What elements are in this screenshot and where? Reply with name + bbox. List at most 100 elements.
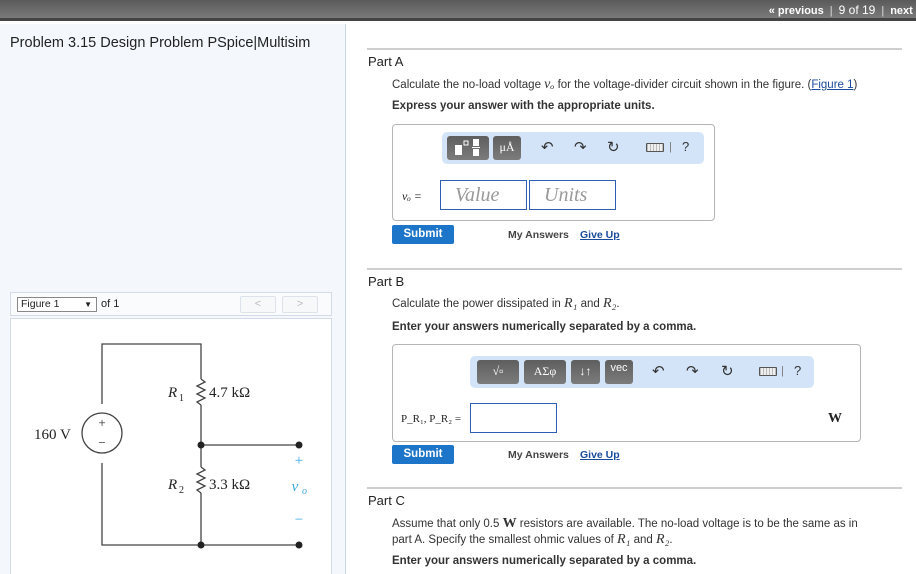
part-divider xyxy=(367,487,902,489)
part-a-title: Part A xyxy=(368,54,404,69)
nav-separator: | xyxy=(881,5,885,17)
toolbar-separator: | xyxy=(669,141,672,153)
help-icon[interactable]: ? xyxy=(794,363,801,378)
wire xyxy=(200,493,299,546)
greek-symbols-button[interactable]: ΑΣφ xyxy=(524,360,566,384)
question-text: part A. Specify the smallest ohmic value… xyxy=(392,534,617,546)
part-a-submit-button[interactable]: Submit xyxy=(392,225,454,244)
resistor-r1 xyxy=(195,378,207,406)
node xyxy=(197,441,205,449)
left-panel: Problem 3.15 Design Problem PSpice|Multi… xyxy=(0,24,346,574)
source-minus-sign: − xyxy=(98,435,105,450)
value-input[interactable]: Value xyxy=(440,180,527,210)
keyboard-icon[interactable] xyxy=(759,367,777,376)
figure-image: + − 160 V R 1 4.7 kΩ R 2 3.3 kΩ + v o − xyxy=(10,318,332,574)
part-a-give-up-link[interactable]: Give Up xyxy=(580,229,620,241)
figure-select[interactable]: Figure 1 ▼ xyxy=(17,297,97,312)
figure-toolbar: Figure 1 ▼ of 1 < > xyxy=(10,292,332,316)
units-button[interactable]: μÅ xyxy=(493,136,521,160)
math-unit: W xyxy=(502,516,517,531)
nav-separator: | xyxy=(829,5,833,17)
dropdown-arrow-icon: ▼ xyxy=(84,300,92,309)
part-b-give-up-link[interactable]: Give Up xyxy=(580,449,620,461)
undo-icon[interactable]: ↶ xyxy=(541,140,554,156)
redo-icon[interactable]: ↷ xyxy=(686,364,699,380)
question-text: Calculate the power dissipated in xyxy=(392,298,564,310)
math-toolbar: μÅ ↶ ↷ ↻ | ? xyxy=(442,132,704,164)
power-answer-input[interactable] xyxy=(470,403,557,433)
part-divider xyxy=(367,268,902,270)
r1-name: R xyxy=(167,385,177,401)
source-plus-sign: + xyxy=(98,415,105,430)
part-a-instruction: Express your answer with the appropriate… xyxy=(392,100,655,112)
source-label: 160 V xyxy=(34,427,71,443)
math-variable: R₁ xyxy=(563,296,578,311)
vector-button[interactable]: vec xyxy=(605,360,633,384)
reset-icon[interactable]: ↻ xyxy=(607,140,620,156)
math-toolbar: √▫ ΑΣφ ↓↑ vec ↶ ↷ ↻ | ? xyxy=(470,356,814,388)
templates-button[interactable] xyxy=(447,136,489,160)
part-divider xyxy=(367,48,902,50)
output-voltage-subscript: o xyxy=(302,486,307,497)
r2-value: 3.3 kΩ xyxy=(209,477,250,493)
figure-select-value: Figure 1 xyxy=(21,298,60,310)
undo-icon[interactable]: ↶ xyxy=(652,364,665,380)
next-figure-button[interactable]: > xyxy=(282,296,318,313)
part-b-my-answers[interactable]: My Answers xyxy=(508,449,569,461)
math-variable: R₁ xyxy=(617,532,631,547)
units-input[interactable]: Units xyxy=(529,180,616,210)
figure-panel: Figure 1 ▼ of 1 < > + − 160 V R 1 4.7 kΩ… xyxy=(10,292,332,574)
part-c-question: Assume that only 0.5 W resistors are ava… xyxy=(392,516,902,548)
subscript-superscript-button[interactable]: ↓↑ xyxy=(571,360,600,384)
figure-count: of 1 xyxy=(101,298,120,310)
help-icon[interactable]: ? xyxy=(682,139,689,154)
question-text: resistors are available. The no-load vol… xyxy=(516,518,858,530)
variable-text: vₒ = xyxy=(402,189,422,203)
circuit-diagram: + − 160 V R 1 4.7 kΩ R 2 3.3 kΩ + v o − xyxy=(34,343,307,549)
question-text: for the voltage-divider circuit shown in… xyxy=(554,79,812,91)
question-text: Calculate the no-load voltage xyxy=(392,79,545,91)
previous-figure-button[interactable]: < xyxy=(240,296,276,313)
part-c-instruction: Enter your answers numerically separated… xyxy=(392,555,697,567)
problem-title: Problem 3.15 Design Problem PSpice|Multi… xyxy=(10,35,311,51)
unit-label: W xyxy=(828,411,842,426)
toolbar-separator: | xyxy=(781,365,784,377)
output-minus-sign: − xyxy=(295,512,303,528)
math-variable: vₒ xyxy=(544,77,555,92)
output-terminal-plus xyxy=(295,441,303,449)
math-variable: R₂ xyxy=(656,532,670,547)
question-text: Assume that only 0.5 xyxy=(392,518,503,530)
node xyxy=(197,541,205,549)
part-b-instruction: Enter your answers numerically separated… xyxy=(392,321,697,333)
part-b-question: Calculate the power dissipated in R₁ and… xyxy=(392,296,620,312)
redo-icon[interactable]: ↷ xyxy=(574,140,587,156)
wire xyxy=(101,463,201,546)
keyboard-icon[interactable] xyxy=(646,143,664,152)
r1-value: 4.7 kΩ xyxy=(209,385,250,401)
part-a-question: Calculate the no-load voltage vₒ for the… xyxy=(392,77,857,93)
problem-position: 9 of 19 xyxy=(838,3,876,17)
question-text: . xyxy=(669,534,673,546)
r1-subscript: 1 xyxy=(179,393,184,404)
output-voltage-label: v xyxy=(292,479,299,495)
figure-1-link[interactable]: Figure 1 xyxy=(811,79,853,91)
answer-variable-label: vₒ = xyxy=(402,189,422,204)
part-b-answer-box: √▫ ΑΣφ ↓↑ vec ↶ ↷ ↻ | ? P_R₁, P_R₂ = W xyxy=(392,344,861,442)
part-b-title: Part B xyxy=(368,274,405,289)
question-text: . xyxy=(616,298,620,310)
next-link[interactable]: next » xyxy=(890,5,916,17)
output-plus-sign: + xyxy=(295,453,303,469)
r2-name: R xyxy=(167,477,177,493)
radical-button[interactable]: √▫ xyxy=(477,360,519,384)
question-text: and xyxy=(630,534,656,546)
reset-icon[interactable]: ↻ xyxy=(721,364,734,380)
part-b-submit-button[interactable]: Submit xyxy=(392,445,454,464)
chevron-left-icon: < xyxy=(254,298,262,310)
part-a-answer-box: μÅ ↶ ↷ ↻ | ? vₒ = Value Units xyxy=(392,124,715,221)
wire xyxy=(101,343,202,404)
answer-variable-label: P_R₁, P_R₂ = xyxy=(401,413,462,425)
question-text: ) xyxy=(853,79,858,91)
templates-icon xyxy=(455,139,480,156)
previous-link[interactable]: « previous xyxy=(769,5,824,17)
part-a-my-answers[interactable]: My Answers xyxy=(508,229,569,241)
